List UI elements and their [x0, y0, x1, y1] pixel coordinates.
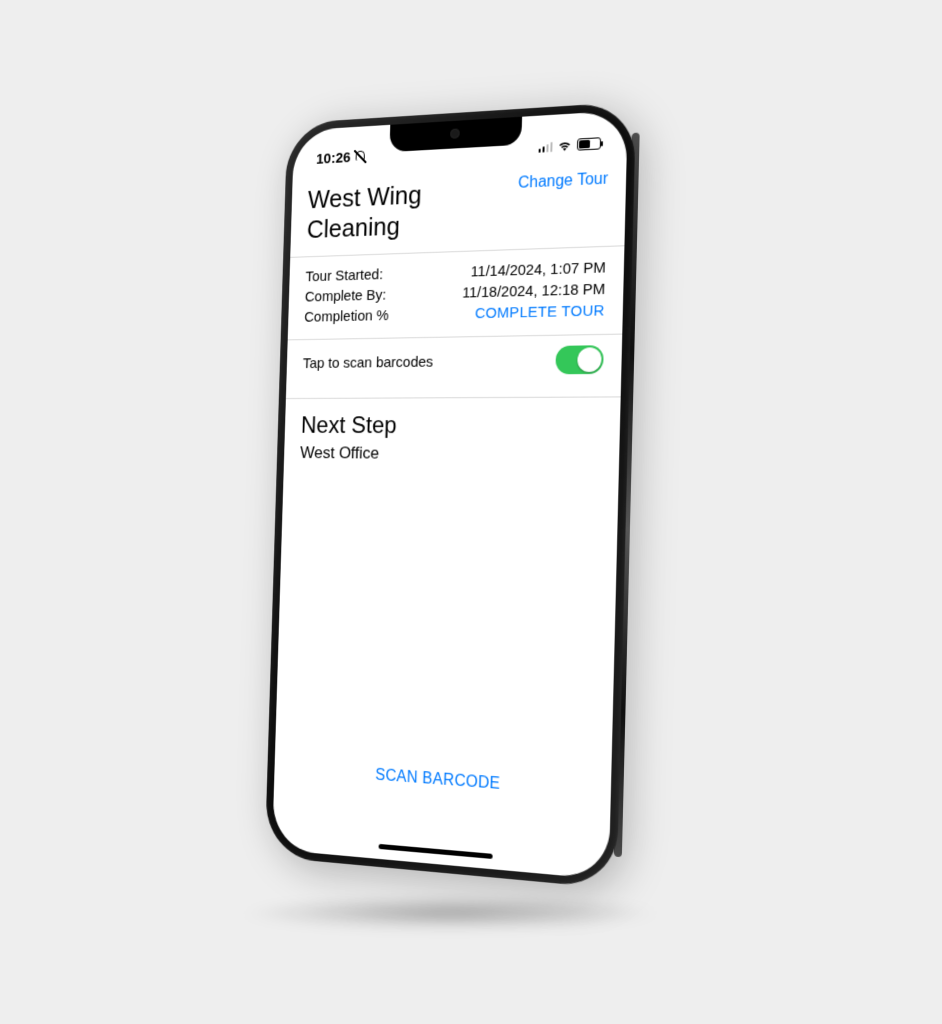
status-time: 10:26 — [316, 149, 351, 167]
next-step-value: West Office — [300, 440, 602, 466]
phone-frame: 10:26 — [265, 102, 636, 889]
notch — [389, 117, 522, 152]
scan-barcode-button[interactable]: SCAN BARCODE — [274, 759, 611, 802]
tour-info: Tour Started: 11/14/2024, 1:07 PM Comple… — [304, 247, 606, 328]
cellular-signal-icon — [538, 140, 552, 152]
tap-to-scan-label: Tap to scan barcodes — [303, 354, 434, 372]
complete-by-value: 11/18/2024, 12:18 PM — [462, 281, 605, 302]
content-area: West Wing Cleaning Change Tour Tour Star… — [284, 159, 627, 466]
phone-mockup: 10:26 — [265, 102, 636, 889]
next-step-heading: Next Step — [301, 398, 603, 441]
tap-to-scan-toggle[interactable] — [555, 346, 604, 375]
wifi-icon — [557, 139, 572, 151]
complete-tour-button[interactable]: COMPLETE TOUR — [475, 303, 605, 323]
toggle-knob — [577, 348, 602, 373]
silent-mode-icon — [354, 149, 367, 163]
front-camera-icon — [450, 128, 460, 138]
home-indicator[interactable] — [379, 844, 493, 859]
tour-started-value: 11/14/2024, 1:07 PM — [471, 260, 606, 281]
tour-started-label: Tour Started: — [305, 267, 383, 286]
battery-level — [579, 140, 590, 149]
phone-shadow — [238, 896, 661, 930]
complete-by-label: Complete By: — [305, 287, 387, 306]
completion-label: Completion % — [304, 308, 389, 326]
page-title: West Wing Cleaning — [307, 177, 474, 245]
change-tour-button[interactable]: Change Tour — [518, 170, 608, 193]
battery-icon — [577, 137, 601, 150]
screen: 10:26 — [272, 110, 628, 880]
